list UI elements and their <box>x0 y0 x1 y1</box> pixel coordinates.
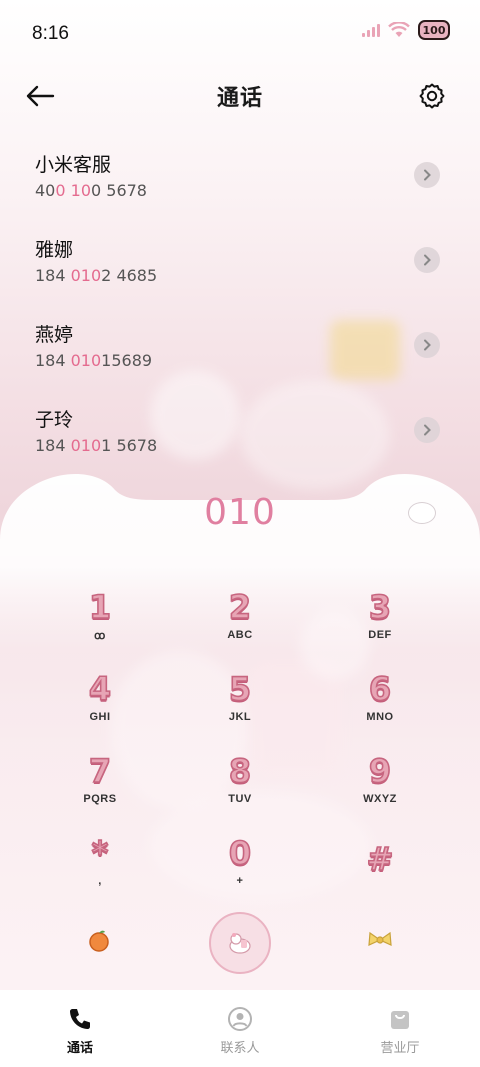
settings-button[interactable] <box>414 78 450 114</box>
shopping-bag-icon <box>391 1011 409 1029</box>
key-5[interactable]: 5 JKL <box>170 662 310 734</box>
key-letters: + <box>236 875 244 887</box>
chevron-right-icon <box>424 424 431 436</box>
call-list: 小米客服 400 100 5678 雅娜 184 0102 4685 燕婷 18… <box>0 140 480 480</box>
number-match-highlight: 0 <box>55 181 66 200</box>
gear-icon <box>419 83 445 109</box>
chevron-right-icon <box>424 254 431 266</box>
key-digit: 2 <box>228 588 252 626</box>
kitty-sticker-icon <box>408 502 436 524</box>
contact-name: 子玲 <box>35 409 74 431</box>
key-letters: ABC <box>227 629 253 641</box>
detail-button[interactable] <box>414 332 440 358</box>
contact-name: 燕婷 <box>35 324 74 346</box>
key-letters: GHI <box>89 711 111 723</box>
key-letters: , <box>98 875 102 887</box>
key-letters: DEF <box>368 629 392 641</box>
call-row[interactable]: 雅娜 184 0102 4685 <box>0 225 480 310</box>
status-time: 8:16 <box>32 23 69 44</box>
number-segment: 0 5678 <box>91 181 147 200</box>
key-digit: 6 <box>368 670 392 708</box>
tab-label: 营业厅 <box>380 1041 420 1056</box>
chevron-right-icon <box>424 339 431 351</box>
number-match-highlight: 10 <box>70 181 91 200</box>
key-3[interactable]: 3 DEF <box>310 580 450 652</box>
key-0[interactable]: 0 + <box>170 826 310 898</box>
contact-number: 184 0102 4685 <box>35 266 480 285</box>
key-4[interactable]: 4 GHI <box>30 662 170 734</box>
number-segment: 40 <box>35 181 56 200</box>
contact-number: 184 01015689 <box>35 351 480 370</box>
key-digit: 7 <box>88 752 112 790</box>
detail-button[interactable] <box>414 162 440 188</box>
detail-button[interactable] <box>414 417 440 443</box>
number-segment: 2 4685 <box>101 266 158 285</box>
key-digit: # <box>366 840 394 878</box>
key-2[interactable]: 2 ABC <box>170 580 310 652</box>
contact-number: 400 100 5678 <box>35 181 480 200</box>
key-digit: 3 <box>368 588 392 626</box>
tab-service-hall[interactable]: 营业厅 <box>320 990 480 1067</box>
keypad: 1 ꝏ 2 ABC 3 DEF 4 GHI 5 JKL 6 MNO 7 PQRS… <box>30 580 450 898</box>
key-digit: 8 <box>228 752 252 790</box>
phone-icon <box>70 1009 90 1029</box>
orange-fruit-icon[interactable] <box>86 927 112 953</box>
pony-phone-icon <box>229 933 251 954</box>
wifi-icon <box>388 22 410 37</box>
key-9[interactable]: 9 WXYZ <box>310 744 450 816</box>
contact-name: 雅娜 <box>35 239 74 261</box>
header: 通话 <box>0 70 480 120</box>
number-segment: 184 <box>35 436 71 455</box>
tab-label: 通话 <box>66 1041 93 1056</box>
key-letters: TUV <box>228 793 252 805</box>
signal-icon <box>362 23 380 37</box>
status-icons: 100 <box>362 20 450 40</box>
voicemail-icon: ꝏ <box>94 629 106 642</box>
key-6[interactable]: 6 MNO <box>310 662 450 734</box>
key-letters: WXYZ <box>363 793 397 805</box>
key-8[interactable]: 8 TUV <box>170 744 310 816</box>
contact-number: 184 0101 5678 <box>35 436 480 455</box>
key-letters: JKL <box>228 711 252 723</box>
contact-name: 小米客服 <box>35 154 112 176</box>
call-button[interactable] <box>209 912 271 974</box>
key-digit: 9 <box>368 752 392 790</box>
key-1[interactable]: 1 ꝏ <box>30 580 170 652</box>
page-title: 通话 <box>216 86 263 111</box>
key-digit: 1 <box>88 587 112 626</box>
key-digit: 0 <box>228 834 252 872</box>
number-segment: 1 5678 <box>101 436 158 455</box>
number-segment: 184 <box>35 351 71 370</box>
detail-button[interactable] <box>414 247 440 273</box>
number-segment: 184 <box>35 266 71 285</box>
key-digit: * <box>91 834 109 872</box>
battery-icon: 100 <box>418 20 450 40</box>
contact-icon <box>228 1007 252 1031</box>
bottom-nav: 通话 联系人 营业厅 <box>0 990 480 1067</box>
call-row[interactable]: 燕婷 184 01015689 <box>0 310 480 395</box>
call-row[interactable]: 子玲 184 0101 5678 <box>0 395 480 480</box>
dialpad-actions <box>0 912 480 985</box>
number-match-highlight: 010 <box>70 266 102 285</box>
key-letters: MNO <box>366 711 394 723</box>
key-letters: PQRS <box>83 793 117 805</box>
status-bar: 8:16 100 <box>0 0 480 64</box>
tab-contacts[interactable]: 联系人 <box>160 990 320 1067</box>
key-digit: 5 <box>228 670 252 708</box>
key-7[interactable]: 7 PQRS <box>30 744 170 816</box>
number-match-highlight: 010 <box>70 436 102 455</box>
key-hash[interactable]: # <box>310 826 450 898</box>
tab-label: 联系人 <box>220 1041 260 1056</box>
dialpad-panel: 010 1 ꝏ 2 ABC 3 DEF 4 GHI 5 JKL 6 MNO 7 … <box>0 470 480 990</box>
number-match-highlight: 010 <box>70 351 102 370</box>
call-row[interactable]: 小米客服 400 100 5678 <box>0 140 480 225</box>
key-digit: 4 <box>88 670 112 708</box>
key-star[interactable]: * , <box>30 826 170 898</box>
tab-calls[interactable]: 通话 <box>0 990 160 1067</box>
bow-icon[interactable] <box>366 927 394 953</box>
number-segment: 15689 <box>101 351 153 370</box>
chevron-right-icon <box>424 169 431 181</box>
